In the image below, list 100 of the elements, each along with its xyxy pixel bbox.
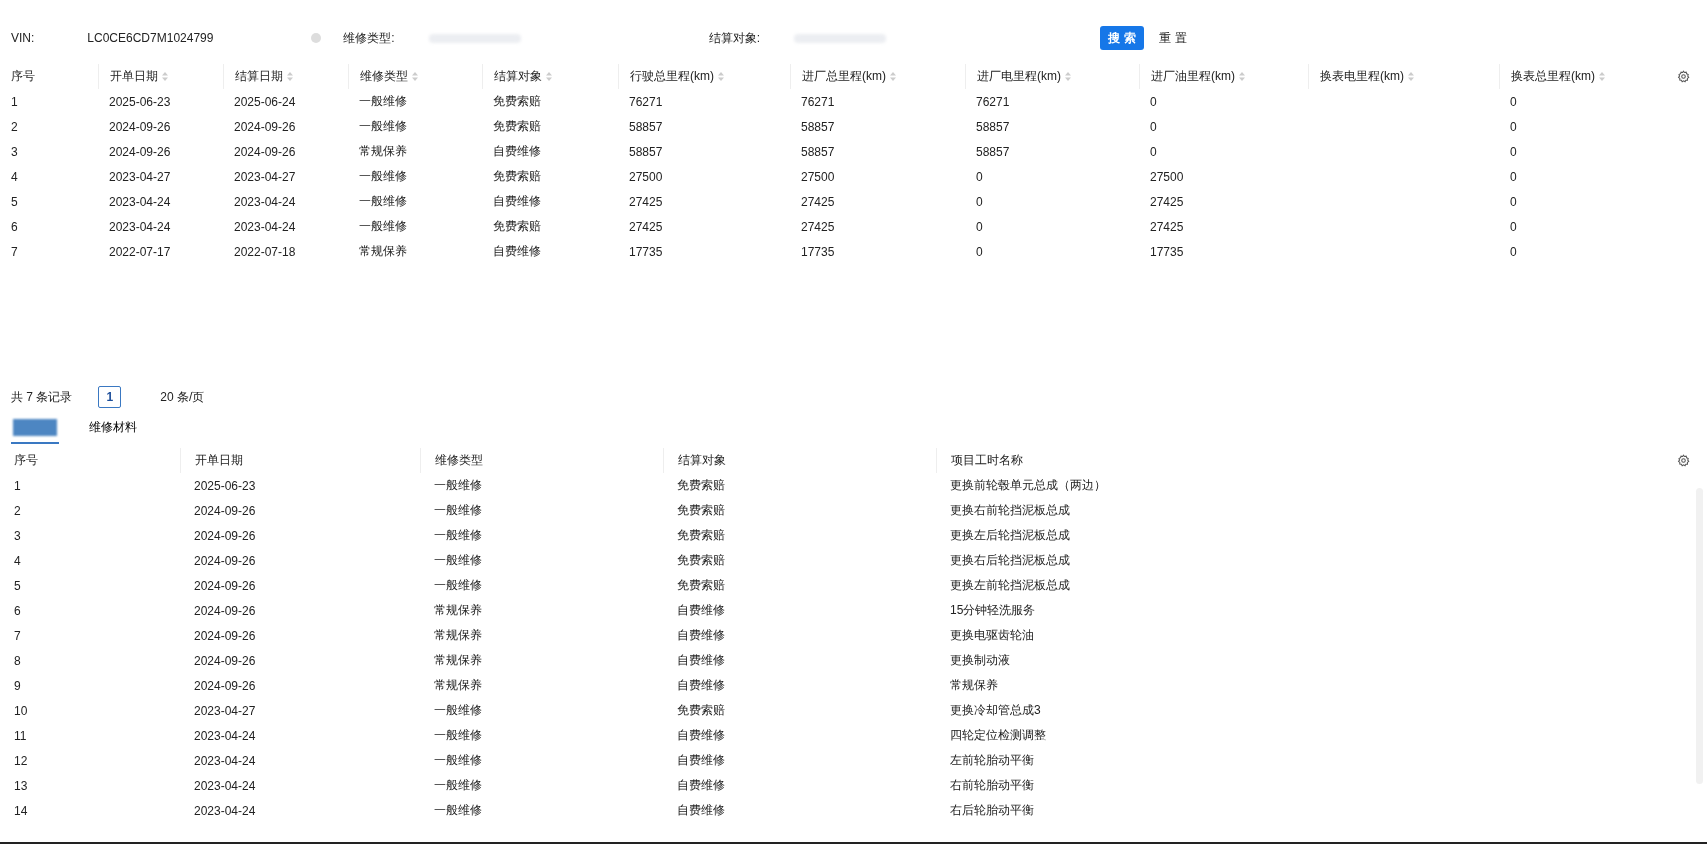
table-cell: 一般维修 [434, 502, 482, 519]
table-cell: 自费维修 [493, 243, 541, 260]
sort-icon[interactable] [546, 72, 552, 81]
reset-button[interactable]: 重 置 [1158, 26, 1189, 50]
sort-icon[interactable] [162, 72, 168, 81]
table-cell: 0 [976, 219, 983, 234]
column-header: 行驶总里程(km) [630, 68, 714, 85]
table-cell: 自费维修 [677, 602, 725, 619]
table-cell: 2024-09-26 [234, 144, 296, 159]
table-cell: 2023-04-24 [109, 219, 171, 234]
table-cell: 0 [1150, 119, 1157, 134]
table-cell: 2023-04-24 [194, 753, 256, 768]
table-cell: 常规保养 [434, 677, 482, 694]
table-cell: 58857 [629, 144, 663, 159]
table-cell: 一般维修 [434, 802, 482, 819]
table-cell: 常规保养 [359, 143, 407, 160]
table-cell: 76271 [629, 94, 663, 109]
table-cell: 2024-09-26 [194, 503, 256, 518]
table-cell: 1 [14, 478, 21, 493]
table-cell: 更换右前轮挡泥板总成 [950, 502, 1070, 519]
settle-target-label: 结算对象: [708, 29, 761, 47]
settings-icon[interactable] [1677, 454, 1690, 467]
search-button[interactable]: 搜 索 [1100, 26, 1145, 50]
sort-icon[interactable] [1065, 72, 1071, 81]
table-cell: 6 [14, 603, 21, 618]
table-cell: 2024-09-26 [234, 119, 296, 134]
table-cell: 自费维修 [677, 752, 725, 769]
table-cell: 0 [1150, 94, 1157, 109]
page-button[interactable]: 1 [98, 386, 122, 408]
table-cell: 2023-04-24 [194, 778, 256, 793]
column-header: 项目工时名称 [951, 452, 1023, 469]
table-cell: 2 [11, 119, 18, 134]
table-cell: 自费维修 [677, 727, 725, 744]
table-cell: 更换前轮毂单元总成（两边） [950, 477, 1106, 494]
table-cell: 4 [11, 169, 18, 184]
vin-label: VIN: [11, 31, 35, 45]
table-cell: 2024-09-26 [194, 628, 256, 643]
sort-icon[interactable] [287, 72, 293, 81]
table-cell: 更换左前轮挡泥板总成 [950, 577, 1070, 594]
table-cell: 免费索赔 [677, 552, 725, 569]
vin-input-field[interactable]: LC0CE6CD7M1024799 [87, 31, 298, 45]
table-cell: 一般维修 [359, 93, 407, 110]
table-cell: 27425 [1150, 219, 1184, 234]
table-cell: 免费索赔 [493, 168, 541, 185]
table-cell: 一般维修 [359, 218, 407, 235]
sort-icon[interactable] [1239, 72, 1245, 81]
table-cell: 13 [14, 778, 28, 793]
table-cell: 一般维修 [434, 477, 482, 494]
sort-icon[interactable] [718, 72, 724, 81]
column-header: 换表电里程(km) [1320, 68, 1404, 85]
table-cell: 2023-04-24 [109, 194, 171, 209]
table-cell: 58857 [801, 144, 835, 159]
table-cell: 2024-09-26 [194, 653, 256, 668]
column-header: 结算日期 [235, 68, 283, 85]
column-header: 维修类型 [360, 68, 408, 85]
table-cell: 17735 [629, 244, 663, 259]
table-cell: 免费索赔 [677, 477, 725, 494]
table-cell: 0 [1510, 169, 1517, 184]
table-cell: 2023-04-24 [234, 219, 296, 234]
total-records: 共 7 条记录 [11, 388, 73, 406]
table-cell: 2024-09-26 [194, 553, 256, 568]
table-cell: 常规保养 [434, 602, 482, 619]
clear-icon[interactable] [311, 33, 322, 43]
table-cell: 27425 [629, 219, 663, 234]
table-cell: 14 [14, 803, 28, 818]
sort-icon[interactable] [890, 72, 896, 81]
table-cell: 2022-07-18 [234, 244, 296, 259]
settings-icon[interactable] [1677, 70, 1690, 83]
table-cell: 自费维修 [677, 652, 725, 669]
column-header: 换表总里程(km) [1511, 68, 1595, 85]
page-size-select[interactable]: 20 条/页 [160, 388, 205, 406]
table-cell: 自费维修 [677, 802, 725, 819]
table-cell: 免费索赔 [677, 702, 725, 719]
sort-icon[interactable] [412, 72, 418, 81]
column-header: 开单日期 [195, 452, 243, 469]
table-cell: 27500 [629, 169, 663, 184]
table-cell: 一般维修 [434, 727, 482, 744]
table-cell: 0 [976, 194, 983, 209]
table-cell: 免费索赔 [677, 527, 725, 544]
table-cell: 76271 [976, 94, 1010, 109]
table-cell: 2025-06-23 [194, 478, 256, 493]
table-cell: 一般维修 [434, 552, 482, 569]
sort-icon[interactable] [1408, 72, 1414, 81]
table-cell: 2023-04-27 [234, 169, 296, 184]
column-header: 序号 [11, 68, 35, 85]
table-cell: 3 [14, 528, 21, 543]
table-cell: 5 [14, 578, 21, 593]
table-cell: 2023-04-24 [194, 803, 256, 818]
table-cell: 58857 [801, 119, 835, 134]
table-cell: 15分钟轻洗服务 [950, 602, 1036, 619]
table-cell: 0 [1510, 244, 1517, 259]
table-cell: 免费索赔 [493, 118, 541, 135]
tab[interactable]: 维修材料 [87, 412, 139, 444]
table-cell: 更换制动液 [950, 652, 1010, 669]
table-cell: 7 [11, 244, 18, 259]
sort-icon[interactable] [1599, 72, 1605, 81]
table-cell: 自费维修 [493, 193, 541, 210]
column-header: 结算对象 [678, 452, 726, 469]
table-cell: 17735 [1150, 244, 1184, 259]
table-cell: 2024-09-26 [109, 119, 171, 134]
